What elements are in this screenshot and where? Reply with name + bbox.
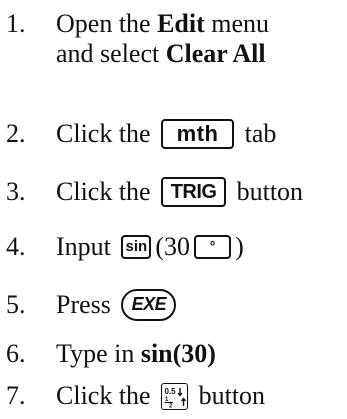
- step-text: Press EXE: [56, 289, 180, 323]
- degree-key: °: [194, 235, 232, 260]
- step-text: Click the mth tab: [56, 119, 276, 151]
- step-number: 6.: [6, 339, 26, 368]
- step-text: Open the Edit menu and select Clear All: [56, 9, 269, 69]
- step-text-fragment: Press: [56, 290, 118, 319]
- sin-30-expression: sin(30): [140, 339, 216, 368]
- step-text-fragment: menu: [204, 9, 270, 38]
- mth-tab-key: mth: [161, 119, 235, 150]
- step-text-fragment: Open the: [56, 9, 158, 38]
- step-text-fragment: Click the: [56, 381, 158, 410]
- step-text-fragment: Input: [56, 232, 118, 261]
- svg-text:2: 2: [169, 403, 173, 408]
- step-text-fragment: Click the: [56, 177, 158, 206]
- step-text-fragment: and select: [56, 39, 166, 68]
- step-number: 2.: [6, 119, 26, 148]
- step-text-fragment: (30: [155, 232, 191, 261]
- step-text: Click the 0.5 1 2 button: [56, 381, 265, 412]
- step-text-fragment: Click the: [56, 119, 158, 148]
- step-text: Type in sin(30): [56, 339, 216, 369]
- step-number: 7.: [6, 381, 26, 410]
- clear-all-label: Clear All: [165, 39, 266, 68]
- step-text-fragment: ): [235, 232, 244, 261]
- exe-key: EXE: [121, 289, 177, 322]
- sin-key: sin: [121, 235, 152, 260]
- fraction-decimal-glyph: 0.5 1 2: [164, 387, 187, 408]
- step-text-fragment: button: [192, 381, 266, 410]
- edit-menu-label: Edit: [157, 9, 205, 38]
- svg-text:0.5: 0.5: [165, 387, 177, 396]
- step-text-fragment: Type in: [56, 339, 141, 368]
- step-text: Input sin (30 °): [56, 232, 244, 262]
- step-text-fragment: button: [230, 177, 304, 206]
- fraction-decimal-toggle-icon: 0.5 1 2: [161, 382, 189, 410]
- step-number: 3.: [6, 177, 26, 206]
- step-number: 5.: [6, 290, 26, 319]
- step-line: Open the Edit menu: [56, 9, 269, 38]
- trig-button-key: TRIG: [161, 177, 227, 208]
- step-line: and select Clear All: [56, 39, 269, 69]
- step-number: 4.: [6, 232, 26, 261]
- step-text: Click the TRIG button: [56, 177, 303, 209]
- step-number: 1.: [6, 9, 26, 38]
- step-text-fragment: tab: [238, 119, 277, 148]
